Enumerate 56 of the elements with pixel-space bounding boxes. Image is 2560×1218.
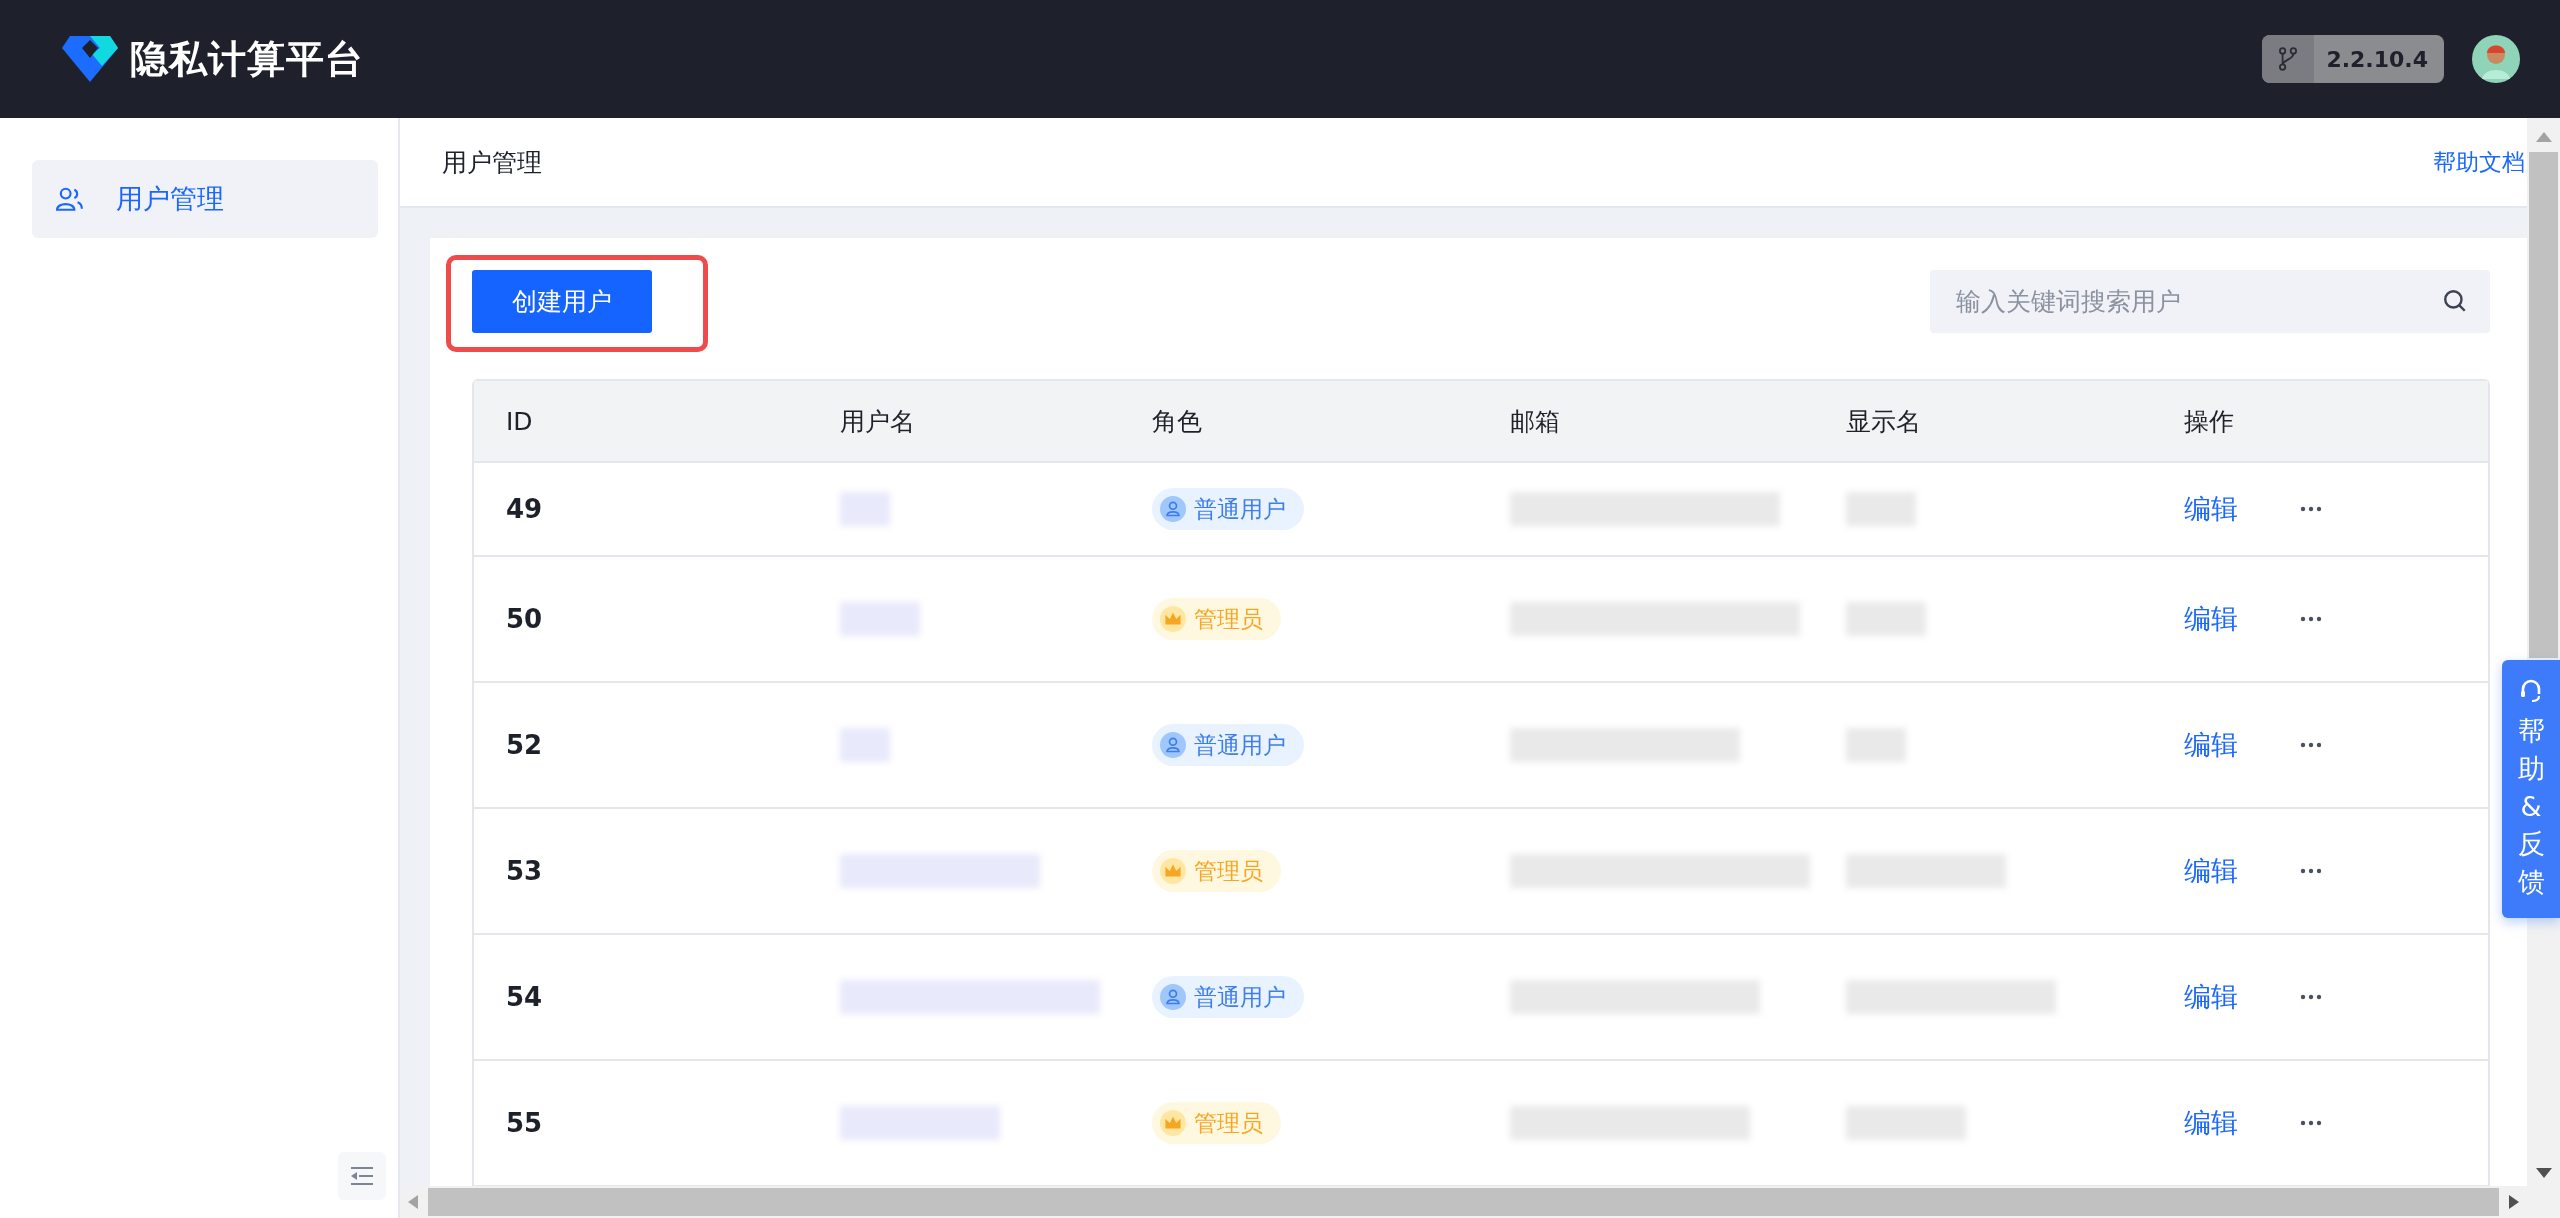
role-tag: 管理员 <box>1152 1102 1281 1144</box>
column-header: 显示名 <box>1845 405 1922 438</box>
column-header: ID <box>505 406 534 436</box>
more-icon[interactable] <box>2300 742 2322 748</box>
user-id: 50 <box>506 604 543 634</box>
more-icon[interactable] <box>2300 1120 2322 1126</box>
role-tag: 管理员 <box>1152 598 1281 640</box>
scroll-right-arrow-icon[interactable] <box>2509 1195 2519 1209</box>
column-header: 角色 <box>1151 405 1203 438</box>
create-user-button[interactable]: 创建用户 <box>472 270 652 333</box>
role-tag: 普通用户 <box>1152 488 1304 530</box>
collapse-sidebar-button[interactable] <box>338 1152 386 1200</box>
vertical-scrollbar-thumb[interactable] <box>2529 152 2558 658</box>
column-header: 操作 <box>2183 405 2235 438</box>
edit-link[interactable]: 编辑 <box>2184 491 2238 527</box>
column-header: 邮箱 <box>1509 405 1561 438</box>
user-id: 53 <box>506 856 543 886</box>
crown-icon <box>1160 858 1186 884</box>
person-icon <box>1160 496 1186 522</box>
person-icon <box>1160 732 1186 758</box>
branch-icon <box>2279 47 2298 71</box>
role-tag: 普通用户 <box>1152 724 1304 766</box>
crown-icon <box>1160 1110 1186 1136</box>
more-icon[interactable] <box>2300 616 2322 622</box>
horizontal-scrollbar-thumb[interactable] <box>428 1188 2499 1216</box>
role-tag: 普通用户 <box>1152 976 1304 1018</box>
help-docs-link[interactable]: 帮助文档 <box>2433 146 2525 178</box>
more-icon[interactable] <box>2300 506 2322 512</box>
app-title: 隐私计算平台 <box>130 35 364 83</box>
headset-icon <box>2519 678 2543 704</box>
user-id: 52 <box>506 730 543 760</box>
person-icon <box>1160 984 1186 1010</box>
crown-icon <box>1160 606 1186 632</box>
diamond-logo-icon <box>62 36 118 82</box>
user-id: 55 <box>506 1108 543 1138</box>
version-badge[interactable]: 2.2.10.4 <box>2262 35 2444 83</box>
users-icon <box>56 187 84 211</box>
more-icon[interactable] <box>2300 994 2322 1000</box>
user-id: 54 <box>506 982 543 1012</box>
scroll-down-arrow-icon[interactable] <box>2535 1168 2552 1178</box>
column-header: 用户名 <box>839 405 916 438</box>
more-icon[interactable] <box>2300 868 2322 874</box>
avatar[interactable] <box>2472 35 2520 83</box>
user-id: 49 <box>506 494 543 524</box>
edit-link[interactable]: 编辑 <box>2184 853 2238 889</box>
edit-link[interactable]: 编辑 <box>2184 601 2238 637</box>
edit-link[interactable]: 编辑 <box>2184 727 2238 763</box>
page-title: 用户管理 <box>442 146 542 179</box>
outdent-icon <box>349 1166 375 1186</box>
edit-link[interactable]: 编辑 <box>2184 1105 2238 1141</box>
search-icon <box>2442 288 2468 314</box>
help-feedback-button[interactable]: 帮助&反馈 <box>2502 660 2560 918</box>
role-tag: 管理员 <box>1152 850 1281 892</box>
edit-link[interactable]: 编辑 <box>2184 979 2238 1015</box>
sidebar-item[interactable]: 用户管理 <box>32 160 378 238</box>
search-field[interactable]: 输入关键词搜索用户 <box>1930 270 2490 333</box>
